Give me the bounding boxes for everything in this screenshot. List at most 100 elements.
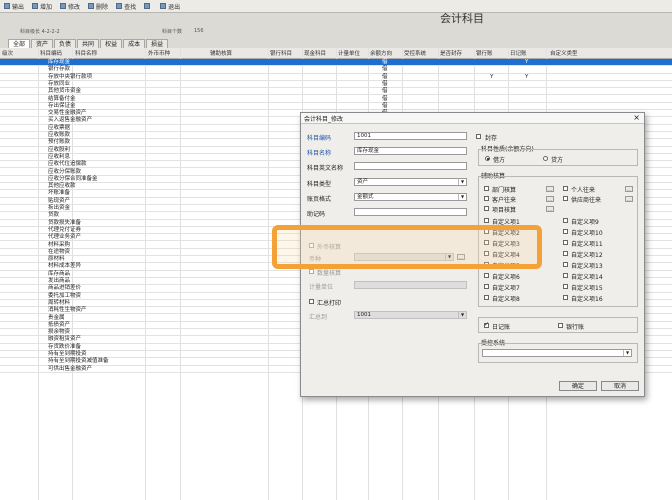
qty-checkbox[interactable] [309,269,314,274]
balance-direction: 借 [382,88,388,95]
toolbar-button-0[interactable]: 输出 [0,1,28,12]
custom-checkbox[interactable] [484,295,489,300]
dialog-title: 会计科目_修改 [304,116,344,123]
account-name: 贵金属 [48,314,65,321]
column-header[interactable]: 级次 [2,49,13,57]
toolbar-button-1[interactable]: 增加 [28,1,56,12]
column-header[interactable]: 外币币种 [148,49,170,57]
custom-checkbox[interactable] [484,273,489,278]
custom-checkbox[interactable] [563,240,568,245]
account-name: 应收利息 [48,153,71,160]
code-input[interactable]: 1001 [354,132,467,140]
column-header[interactable]: 科目名称 [75,49,97,57]
en-name-label: 科目英文名称 [307,165,344,172]
toolbar-button-4[interactable]: 查找 [112,1,140,12]
aux-checkbox[interactable] [484,206,489,211]
aux-label: 个人往来 [571,187,596,194]
unit-input[interactable] [354,281,467,289]
cancel-button[interactable]: 取消 [601,381,639,391]
chevron-down-icon: ▼ [623,350,631,356]
custom-checkbox[interactable] [563,262,568,267]
en-name-input[interactable] [354,162,467,170]
credit-radio[interactable] [543,156,548,161]
column-header[interactable]: 是否封存 [440,49,462,57]
column-header[interactable]: 日记账 [510,49,527,57]
toolbar-button-3[interactable]: 删除 [84,1,112,12]
summary-to-label: 汇总到 [309,314,328,321]
table-row[interactable]: 库存现金 借 Y [0,59,672,67]
column-header[interactable]: 银行账 [476,49,493,57]
column-header[interactable]: 辅助核算 [210,49,232,57]
account-name: 代理兑付证券 [48,226,82,233]
aux-checkbox[interactable] [563,186,568,191]
account-name: 贴现资产 [48,197,71,204]
count-label: 科目个数 [162,29,183,35]
column-header[interactable]: 科目编码 [40,49,62,57]
edit-icon [60,3,67,9]
table-row[interactable]: 结算备付金 借 [0,96,672,103]
name-input[interactable]: 库存现金 [354,147,467,155]
aux-checkbox[interactable] [563,196,568,201]
table-row[interactable]: 存放同业 借 [0,81,672,89]
custom-checkbox[interactable] [563,284,568,289]
table-row[interactable]: 存出保证金 借 [0,103,672,111]
account-name: 可供出售金融资产 [48,365,93,372]
diary-flag: Y [525,73,529,80]
debit-radio[interactable] [485,156,490,161]
toolbar-button-6[interactable]: 退出 [156,1,184,12]
format-label: 账页格式 [307,196,332,203]
aux-checkbox[interactable] [484,196,489,201]
account-name: 商品进销差价 [48,285,82,292]
custom-label: 自定义项9 [571,219,599,226]
bank-checkbox[interactable] [558,323,563,328]
custom-checkbox[interactable] [563,295,568,300]
column-header[interactable]: 银行科目 [270,49,292,57]
diary-checkbox[interactable] [484,321,489,328]
summary-checkbox[interactable] [309,299,314,304]
balance-direction: 借 [382,95,388,102]
toolbar-button-label: 查找 [124,3,137,11]
type-label: 科目类型 [307,181,332,188]
summary-to-input[interactable]: 1001 ▼ [354,311,467,319]
aux-browse-button[interactable]: … [546,196,554,202]
balance-direction: 借 [382,66,388,73]
add-icon [32,3,39,9]
account-name: 贷款损失准备 [48,219,82,226]
aux-browse-button[interactable]: … [546,186,554,192]
custom-checkbox[interactable] [563,251,568,256]
column-header[interactable]: 计量单位 [338,49,360,57]
table-row[interactable]: 银行存款 借 [0,66,672,74]
toolbar-button-2[interactable]: 修改 [56,1,84,12]
ok-button[interactable]: 确定 [559,381,597,391]
toolbar-button-5[interactable] [140,1,156,12]
seal-checkbox[interactable] [476,134,481,139]
table-row[interactable]: 其他货币资金 借 [0,88,672,96]
mnemonic-input[interactable] [354,208,467,216]
aux-browse-button[interactable]: … [625,196,633,202]
custom-checkbox[interactable] [563,229,568,234]
column-header[interactable]: 自定义类型 [550,49,578,57]
custom-checkbox[interactable] [563,218,568,223]
custom-checkbox[interactable] [563,273,568,278]
account-name: 应收票据 [48,124,71,131]
custom-label: 自定义项6 [492,274,520,281]
custom-checkbox[interactable] [484,284,489,289]
custom-checkbox[interactable] [484,218,489,223]
type-select[interactable]: 资产 ▼ [354,178,467,186]
aux-browse-button[interactable]: … [546,206,554,212]
column-header[interactable]: 现金科目 [304,49,326,57]
custom-label: 自定义项14 [571,274,603,281]
aux-browse-button[interactable]: … [625,186,633,192]
column-header[interactable]: 余额方向 [370,49,392,57]
toolbar-button-label: 增加 [40,3,53,11]
custom-label: 自定义项12 [571,252,603,259]
control-select[interactable]: ▼ [482,349,632,357]
close-icon[interactable]: × [633,113,640,122]
column-header[interactable]: 受控系统 [404,49,426,57]
aux-label: 项目核算 [492,207,517,214]
aux-checkbox[interactable] [484,186,489,191]
format-select[interactable]: 金额式 ▼ [354,193,467,201]
balance-direction: 借 [382,73,388,80]
name-label: 科目名称 [307,150,332,157]
table-row[interactable]: 存放中央银行款项 借 Y Y [0,74,672,81]
